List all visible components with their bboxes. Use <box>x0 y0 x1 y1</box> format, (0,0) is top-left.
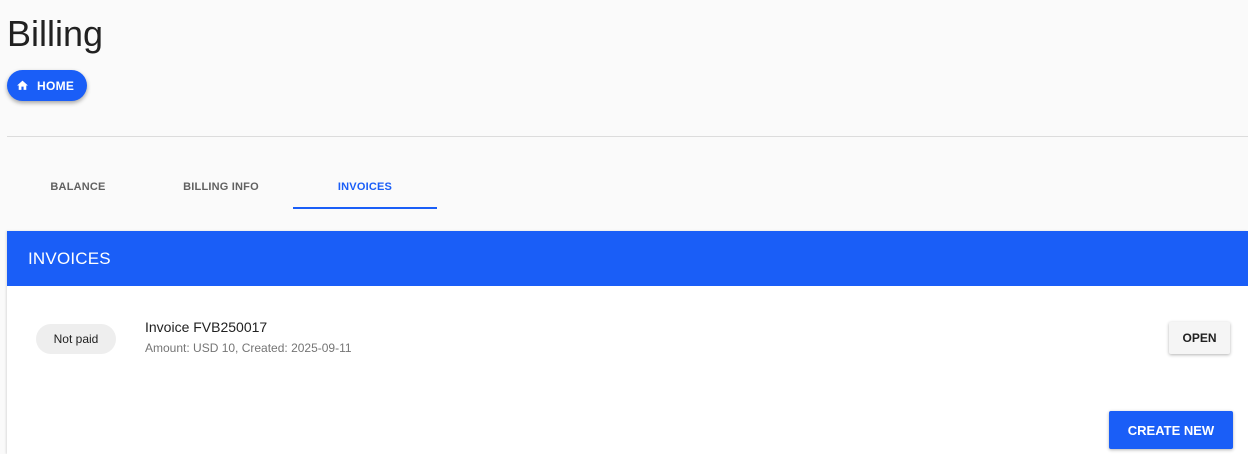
status-badge: Not paid <box>36 324 116 354</box>
divider <box>7 136 1248 137</box>
tab-billing-info[interactable]: BILLING INFO <box>149 166 293 208</box>
create-new-button[interactable]: CREATE NEW <box>1109 411 1233 449</box>
tab-balance[interactable]: BALANCE <box>7 166 149 208</box>
invoices-card-header: INVOICES <box>7 231 1248 286</box>
page-title: Billing <box>7 13 104 54</box>
home-icon <box>16 79 29 92</box>
tab-invoices[interactable]: INVOICES <box>293 166 437 208</box>
invoices-card: INVOICES Not paid Invoice FVB250017 Amou… <box>7 231 1248 454</box>
open-invoice-button[interactable]: OPEN <box>1169 322 1230 354</box>
invoice-details: Amount: USD 10, Created: 2025-09-11 <box>145 341 352 355</box>
home-button[interactable]: HOME <box>7 70 87 101</box>
invoice-title: Invoice FVB250017 <box>145 319 268 335</box>
home-button-label: HOME <box>37 78 75 93</box>
tab-bar: BALANCE BILLING INFO INVOICES <box>7 166 447 210</box>
active-tab-indicator <box>293 207 437 209</box>
